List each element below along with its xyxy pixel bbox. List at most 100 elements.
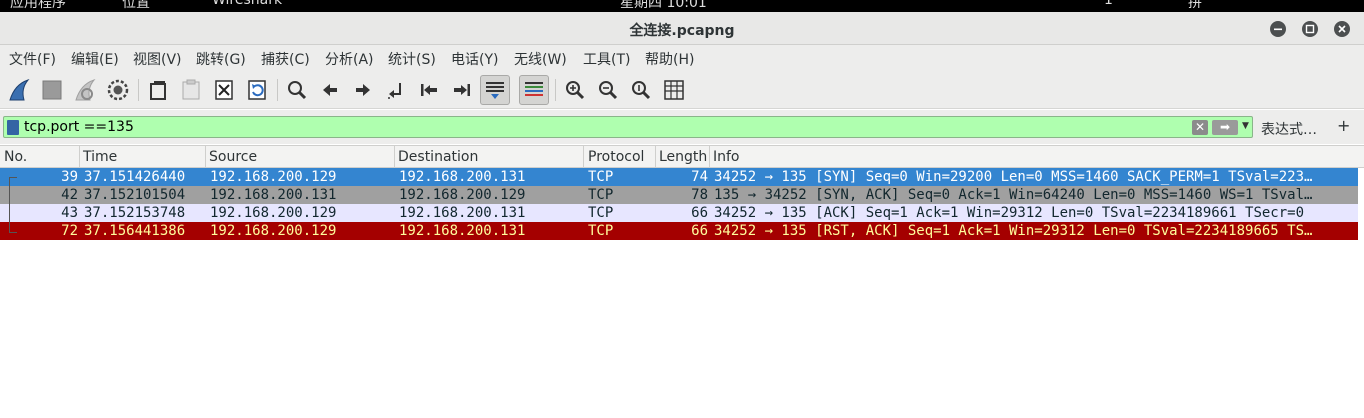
filter-text[interactable]: tcp.port ==135 (24, 119, 134, 135)
save-file-button[interactable] (176, 75, 206, 105)
close-window-button[interactable] (1334, 21, 1350, 37)
column-header-protocol[interactable]: Protocol (588, 149, 644, 165)
column-divider[interactable] (394, 146, 395, 168)
find-packet-button[interactable] (282, 75, 312, 105)
cell-source: 192.168.200.129 (210, 169, 337, 185)
maximize-button[interactable] (1302, 21, 1318, 37)
capture-options-button[interactable] (103, 75, 133, 105)
arrow-right-icon: ➡ (1219, 120, 1231, 134)
maximize-icon (1305, 24, 1315, 34)
resize-columns-button[interactable] (659, 75, 689, 105)
zoom-out-icon (599, 81, 618, 100)
toolbar-separator (138, 79, 139, 101)
normal-size-button[interactable] (626, 75, 656, 105)
stop-capture-button[interactable] (37, 75, 67, 105)
menu-tools[interactable]: 工具(T) (583, 49, 630, 69)
menu-edit[interactable]: 编辑(E) (71, 49, 119, 69)
menu-help[interactable]: 帮助(H) (645, 49, 694, 69)
cell-info: 34252 → 135 [RST, ACK] Seq=1 Ack=1 Win=2… (714, 223, 1313, 239)
add-filter-button[interactable]: + (1337, 116, 1350, 135)
open-file-button[interactable] (143, 75, 173, 105)
column-divider[interactable] (583, 146, 584, 168)
bookmark-icon[interactable] (7, 120, 19, 135)
menu-file[interactable]: 文件(F) (9, 49, 56, 69)
menu-capture[interactable]: 捕获(C) (261, 49, 310, 69)
column-header-time[interactable]: Time (83, 149, 117, 165)
menu-go[interactable]: 跳转(G) (196, 49, 246, 69)
column-header-source[interactable]: Source (209, 149, 257, 165)
column-header-info[interactable]: Info (713, 149, 740, 165)
cell-no: 39 (61, 169, 78, 185)
restart-capture-button[interactable] (70, 75, 100, 105)
cell-destination: 192.168.200.131 (399, 205, 526, 221)
first-packet-icon (421, 84, 437, 96)
packet-row[interactable]: 72 37.156441386 192.168.200.129 192.168.… (0, 222, 1358, 240)
input-method[interactable]: 拼 (1188, 0, 1202, 12)
restart-capture-icon (75, 78, 96, 101)
cell-info: 34252 → 135 [ACK] Seq=1 Ack=1 Win=29312 … (714, 205, 1305, 221)
cell-destination: 192.168.200.131 (399, 169, 526, 185)
column-divider[interactable] (205, 146, 206, 168)
packet-row[interactable]: 39 37.151426440 192.168.200.129 192.168.… (0, 168, 1358, 186)
capture-options-icon (107, 79, 129, 101)
go-to-packet-icon (388, 83, 401, 99)
menu-statistics[interactable]: 统计(S) (388, 49, 436, 69)
display-filter-input[interactable]: tcp.port ==135 ✕ ➡ ▼ (3, 116, 1253, 138)
colorize-button[interactable] (519, 75, 549, 105)
find-packet-icon (288, 81, 307, 100)
places-menu[interactable]: 位置 (122, 0, 150, 12)
app-menu-wireshark[interactable]: Wireshark (212, 0, 282, 8)
packet-row[interactable]: 43 37.152153748 192.168.200.129 192.168.… (0, 204, 1358, 222)
cell-info: 135 → 34252 [SYN, ACK] Seq=0 Ack=1 Win=6… (714, 187, 1313, 203)
last-packet-button[interactable] (447, 75, 477, 105)
packet-row[interactable]: 42 37.152101504 192.168.200.131 192.168.… (0, 186, 1358, 204)
save-file-icon (182, 79, 200, 100)
cell-time: 37.156441386 (84, 223, 186, 239)
go-to-packet-button[interactable] (381, 75, 411, 105)
apps-menu[interactable]: 应用程序 (10, 0, 66, 12)
menu-view[interactable]: 视图(V) (133, 49, 182, 69)
clock[interactable]: 星期四 10:01 (620, 0, 707, 12)
zoom-out-button[interactable] (593, 75, 623, 105)
window-title: 全连接.pcapng (629, 23, 735, 39)
go-forward-icon (356, 84, 370, 96)
resize-columns-icon (664, 80, 684, 100)
start-capture-icon (9, 78, 30, 101)
chevron-down-icon[interactable]: ▼ (1242, 121, 1249, 131)
display-filter-bar: tcp.port ==135 ✕ ➡ ▼ 表达式… + (0, 110, 1364, 144)
go-back-button[interactable] (315, 75, 345, 105)
auto-scroll-button[interactable] (480, 75, 510, 105)
cell-no: 43 (61, 205, 78, 221)
expression-button[interactable]: 表达式… (1261, 119, 1317, 139)
column-divider[interactable] (709, 146, 710, 168)
menu-analyze[interactable]: 分析(A) (325, 49, 374, 69)
column-divider[interactable] (79, 146, 80, 168)
menu-telephony[interactable]: 电话(Y) (451, 49, 498, 69)
clear-filter-button[interactable]: ✕ (1192, 120, 1208, 135)
open-file-icon (150, 81, 166, 100)
menu-bar: 文件(F) 编辑(E) 视图(V) 跳转(G) 捕获(C) 分析(A) 统计(S… (0, 45, 1364, 71)
start-capture-button[interactable] (4, 75, 34, 105)
column-header-destination[interactable]: Destination (398, 149, 478, 165)
cell-protocol: TCP (588, 223, 614, 239)
column-header-no[interactable]: No. (4, 149, 27, 165)
cell-source: 192.168.200.129 (210, 205, 337, 221)
column-header-length[interactable]: Length (659, 149, 707, 165)
reload-file-button[interactable] (242, 75, 272, 105)
toolbar-separator (277, 79, 278, 101)
last-packet-icon (454, 84, 470, 96)
menu-wireless[interactable]: 无线(W) (514, 49, 567, 69)
first-packet-button[interactable] (414, 75, 444, 105)
zoom-in-button[interactable] (560, 75, 590, 105)
apply-filter-button[interactable]: ➡ (1212, 120, 1238, 135)
system-top-bar: 应用程序 位置 Wireshark 星期四 10:01 1 拼 (0, 0, 1364, 12)
normal-size-icon (632, 81, 651, 100)
cell-length: 66 (691, 223, 708, 239)
cell-length: 66 (691, 205, 708, 221)
workspace-indicator[interactable]: 1 (1104, 0, 1113, 8)
minimize-button[interactable] (1270, 21, 1286, 37)
cell-destination: 192.168.200.129 (399, 187, 526, 203)
close-file-button[interactable] (209, 75, 239, 105)
column-divider[interactable] (655, 146, 656, 168)
go-forward-button[interactable] (348, 75, 378, 105)
